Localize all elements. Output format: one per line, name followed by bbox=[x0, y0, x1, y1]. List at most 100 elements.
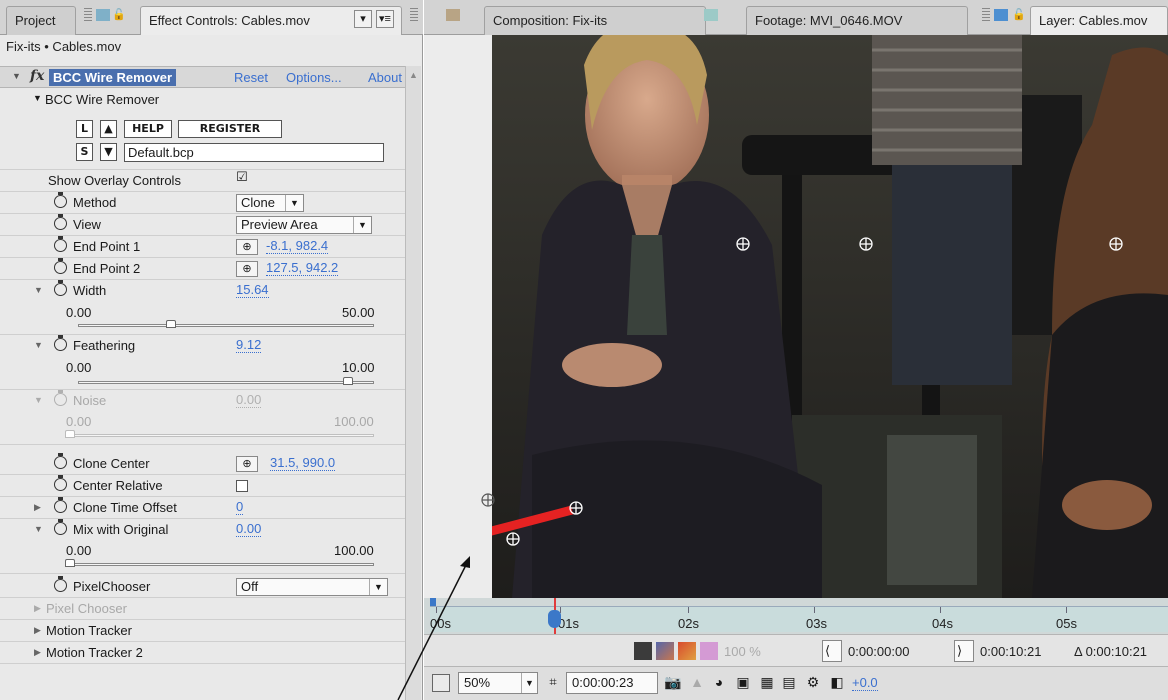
toggle-pixel-icon[interactable]: ⚙ bbox=[804, 674, 822, 692]
stopwatch-icon[interactable] bbox=[54, 335, 67, 351]
width-max: 50.00 bbox=[342, 305, 375, 320]
lock-icon[interactable]: 🔓 bbox=[1012, 8, 1026, 22]
layer-timeline[interactable]: 00s 01s 02s 03s 04s 05s bbox=[424, 598, 1168, 634]
color-swatch-icon[interactable] bbox=[656, 642, 674, 660]
time-ruler[interactable]: 00s 01s 02s 03s 04s 05s bbox=[430, 606, 1168, 632]
clone-time-offset-value[interactable]: 0 bbox=[236, 500, 244, 515]
stopwatch-icon[interactable] bbox=[54, 497, 67, 513]
register-button[interactable]: REGISTER bbox=[178, 120, 282, 138]
stopwatch-icon[interactable] bbox=[54, 453, 67, 469]
view-layout-icon[interactable]: ▤ bbox=[780, 674, 798, 692]
feathering-value[interactable]: 9.12 bbox=[236, 338, 262, 353]
in-point-timecode[interactable]: 0:00:00:00 bbox=[848, 644, 909, 659]
lock-icon[interactable]: 🔓 bbox=[112, 8, 126, 22]
stopwatch-icon[interactable] bbox=[54, 236, 67, 252]
expand-triangle-icon[interactable]: ▶ bbox=[34, 647, 41, 658]
channel-color-icon[interactable] bbox=[700, 642, 718, 660]
feathering-slider-thumb[interactable] bbox=[342, 377, 353, 385]
effect-name[interactable]: BCC Wire Remover bbox=[49, 69, 177, 86]
show-snapshot-icon[interactable]: ▲ bbox=[688, 674, 706, 692]
current-time-field[interactable]: 0:00:00:23 bbox=[566, 672, 658, 694]
expand-triangle-icon[interactable]: ▼ bbox=[34, 340, 43, 350]
tab-composition[interactable]: Composition: Fix-its bbox=[484, 6, 706, 35]
transparency-grid-icon[interactable]: ▦ bbox=[758, 674, 776, 692]
tab-footage[interactable]: Footage: MVI_0646.MOV bbox=[746, 6, 968, 35]
panel-grip-icon[interactable] bbox=[84, 8, 92, 22]
vertical-scrollbar[interactable]: ▲ bbox=[405, 66, 421, 700]
down-arrow-button[interactable]: ▼ bbox=[100, 143, 117, 161]
stopwatch-icon[interactable] bbox=[54, 258, 67, 274]
panel-grip-icon[interactable] bbox=[982, 8, 990, 22]
stopwatch-icon[interactable] bbox=[54, 192, 67, 208]
collapse-triangle-icon[interactable]: ▼ bbox=[12, 71, 21, 81]
camera-icon[interactable]: 📷 bbox=[664, 674, 682, 692]
expand-triangle-icon[interactable]: ▼ bbox=[34, 524, 43, 534]
about-link[interactable]: About bbox=[368, 70, 404, 85]
pixel-chooser-group-label[interactable]: Pixel Chooser bbox=[46, 601, 127, 616]
reset-link[interactable]: Reset bbox=[234, 70, 268, 85]
options-link[interactable]: Options... bbox=[286, 70, 342, 85]
stopwatch-icon[interactable] bbox=[54, 475, 67, 491]
method-dropdown[interactable]: Clone ▼ bbox=[236, 194, 304, 212]
scroll-up-icon[interactable]: ▲ bbox=[409, 70, 418, 80]
stopwatch-icon[interactable] bbox=[54, 519, 67, 535]
crosshair-icon[interactable] bbox=[478, 490, 498, 510]
crosshair-target-icon[interactable]: ⊕ bbox=[236, 239, 258, 255]
row-feathering: ▼ Feathering 9.12 0.00 10.00 bbox=[0, 335, 405, 390]
stopwatch-icon[interactable] bbox=[54, 214, 67, 230]
motion-path-icon[interactable] bbox=[634, 642, 652, 660]
fx-icon[interactable]: fx bbox=[30, 68, 44, 84]
width-value[interactable]: 15.64 bbox=[236, 283, 269, 298]
load-preset-button[interactable]: L bbox=[76, 120, 93, 138]
set-in-point-button[interactable]: ⟨ bbox=[822, 640, 842, 662]
exposure-icon[interactable]: ◧ bbox=[828, 674, 846, 692]
exposure-value[interactable]: +0.0 bbox=[852, 676, 878, 691]
preset-file-field[interactable]: Default.bcp bbox=[124, 143, 384, 162]
width-slider[interactable] bbox=[78, 324, 374, 327]
panel-grip-right-icon[interactable] bbox=[410, 8, 418, 22]
save-preset-button[interactable]: S bbox=[76, 143, 93, 161]
onion-skin-icon[interactable] bbox=[678, 642, 696, 660]
help-button[interactable]: HELP bbox=[124, 120, 172, 138]
tab-dropdown-icon[interactable]: ▾ bbox=[354, 10, 372, 28]
view-dropdown[interactable]: Preview Area ▼ bbox=[236, 216, 372, 234]
duration-timecode: Δ 0:00:10:21 bbox=[1074, 644, 1148, 659]
channels-icon[interactable]: ◕ bbox=[710, 674, 728, 692]
stopwatch-icon[interactable] bbox=[54, 576, 67, 592]
expand-triangle-icon[interactable]: ▼ bbox=[34, 395, 43, 405]
feathering-slider[interactable] bbox=[78, 381, 374, 384]
expand-triangle-icon[interactable]: ▼ bbox=[34, 285, 43, 295]
layer-viewer[interactable] bbox=[492, 35, 1168, 598]
clone-center-value[interactable]: 31.5, 990.0 bbox=[270, 456, 336, 471]
resolution-icon[interactable]: ▣ bbox=[734, 674, 752, 692]
mix-with-original-value[interactable]: 0.00 bbox=[236, 522, 262, 537]
show-overlay-checkbox[interactable]: ☑ bbox=[236, 170, 248, 184]
expand-triangle-icon[interactable]: ▶ bbox=[34, 603, 41, 614]
mix-slider-thumb[interactable] bbox=[65, 559, 75, 567]
crosshair-target-icon[interactable]: ⊕ bbox=[236, 261, 258, 277]
always-preview-icon[interactable] bbox=[432, 674, 450, 692]
panel-menu-icon[interactable]: ▾≡ bbox=[376, 10, 394, 28]
tab-layer[interactable]: Layer: Cables.mov bbox=[1030, 6, 1168, 35]
pixelchooser-dropdown[interactable]: Off ▼ bbox=[236, 578, 388, 596]
tab-project[interactable]: Project bbox=[6, 6, 76, 35]
center-relative-checkbox[interactable] bbox=[236, 480, 248, 492]
section-triangle-icon[interactable]: ▼ bbox=[33, 93, 42, 103]
end-point-1-value[interactable]: -8.1, 982.4 bbox=[266, 239, 329, 254]
crosshair-target-icon[interactable]: ⊕ bbox=[236, 456, 258, 472]
out-point-timecode[interactable]: 0:00:10:21 bbox=[980, 644, 1041, 659]
mix-slider[interactable] bbox=[70, 563, 374, 566]
stopwatch-icon[interactable] bbox=[54, 280, 67, 296]
width-slider-thumb[interactable] bbox=[165, 320, 176, 328]
expand-triangle-icon[interactable]: ▶ bbox=[34, 502, 41, 513]
region-of-interest-icon[interactable]: ⌗ bbox=[544, 674, 562, 692]
zoom-dropdown[interactable]: 50% ▼ bbox=[458, 672, 538, 694]
motion-tracker-label[interactable]: Motion Tracker bbox=[46, 623, 132, 638]
playhead-handle[interactable] bbox=[548, 610, 561, 628]
expand-triangle-icon[interactable]: ▶ bbox=[34, 625, 41, 636]
motion-tracker-2-label[interactable]: Motion Tracker 2 bbox=[46, 645, 143, 660]
up-arrow-button[interactable]: ▲ bbox=[100, 120, 117, 138]
end-point-2-value[interactable]: 127.5, 942.2 bbox=[266, 261, 339, 276]
set-out-point-button[interactable]: ⟩ bbox=[954, 640, 974, 662]
noise-slider bbox=[70, 434, 374, 437]
